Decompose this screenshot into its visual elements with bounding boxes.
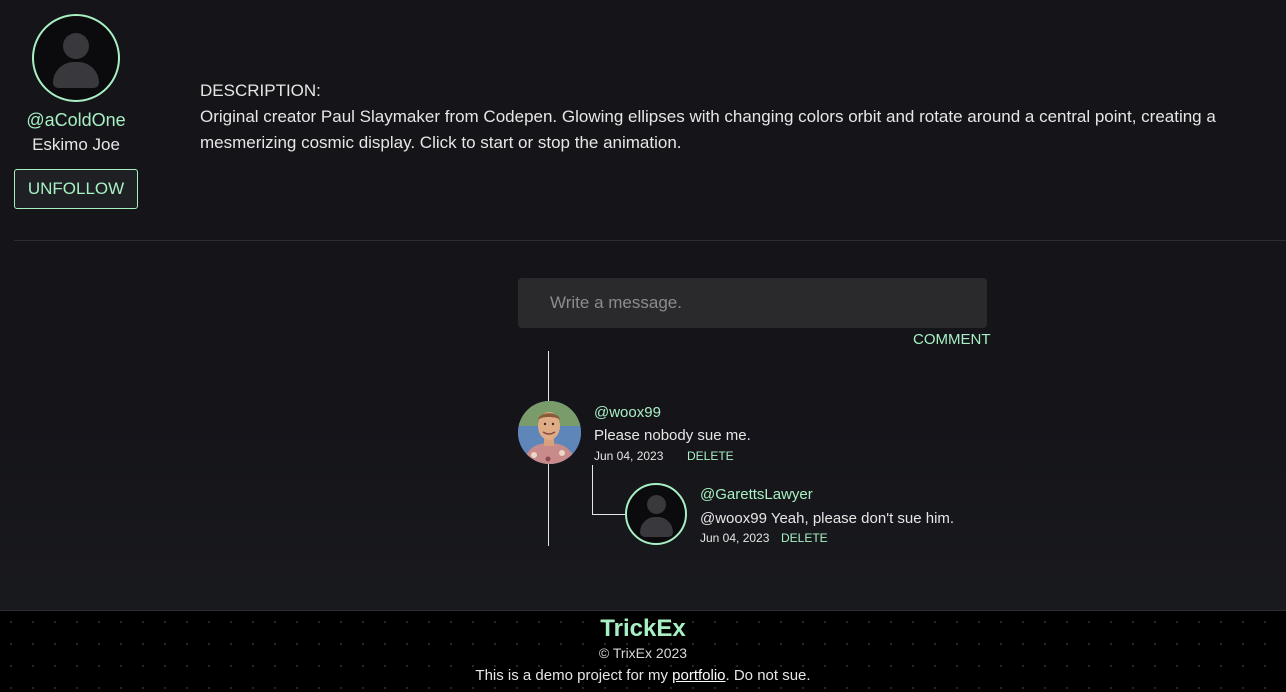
reply-avatar-icon[interactable] <box>625 483 687 545</box>
footer-note-prefix: This is a demo project for my <box>475 667 673 684</box>
comment-button[interactable]: COMMENT <box>913 331 991 348</box>
comment-avatar-photo[interactable] <box>518 401 581 464</box>
portfolio-link[interactable]: portfolio <box>672 667 725 684</box>
description-text: Original creator Paul Slaymaker from Cod… <box>200 107 1216 152</box>
page: @aColdOne Eskimo Joe UNFOLLOW DESCRIPTIO… <box>0 0 1286 692</box>
unfollow-button[interactable]: UNFOLLOW <box>14 169 138 209</box>
footer: TrickEx © TrixEx 2023 This is a demo pro… <box>0 610 1286 692</box>
description-heading: DESCRIPTION: <box>200 81 321 100</box>
reply-date: Jun 04, 2023 <box>700 531 770 545</box>
profile-card: @aColdOne Eskimo Joe UNFOLLOW <box>14 14 138 209</box>
reply-text: @woox99 Yeah, please don't sue him. <box>700 510 955 527</box>
profile-name: Eskimo Joe <box>32 135 120 154</box>
reply-author[interactable]: @GarettsLawyer <box>700 486 813 503</box>
profile-handle[interactable]: @aColdOne <box>14 110 138 131</box>
footer-note-suffix: . Do not sue. <box>725 667 811 684</box>
divider <box>14 240 1286 241</box>
delete-reply-button[interactable]: DELETE <box>781 531 828 545</box>
footer-copyright: © TrixEx 2023 <box>598 645 688 661</box>
footer-brand[interactable]: TrickEx <box>0 615 1286 643</box>
comment-author[interactable]: @woox99 <box>594 404 661 421</box>
comment-text: Please nobody sue me. <box>594 427 751 444</box>
delete-comment-button[interactable]: DELETE <box>687 449 734 463</box>
comment-date: Jun 04, 2023 <box>594 449 664 463</box>
footer-note: This is a demo project for my portfolio.… <box>0 667 1286 684</box>
reply-connector-line <box>592 465 625 515</box>
user-avatar-icon[interactable] <box>32 14 120 102</box>
description: DESCRIPTION: Original creator Paul Slaym… <box>200 78 1240 156</box>
message-input[interactable] <box>518 278 987 328</box>
